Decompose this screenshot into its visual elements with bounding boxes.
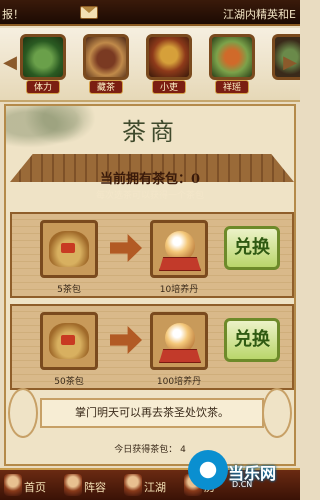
status-message: 掌门明天可以再去茶圣处饮茶。 — [40, 398, 264, 428]
hint-text: 每次选茶可以获得一个茶包 — [95, 191, 204, 201]
nav-home[interactable]: 首页 — [4, 474, 56, 498]
pill-stand-icon — [159, 349, 201, 363]
category-item-tea[interactable]: 藏茶 — [83, 34, 129, 96]
teapot-icon — [83, 34, 129, 80]
jianghu-icon — [124, 474, 142, 496]
cultivation-pill-icon — [165, 231, 195, 261]
offer-give-label: 50茶包 — [54, 377, 84, 387]
offer-get-label: 10培养丹 — [159, 285, 199, 295]
nav-lineup[interactable]: 阵容 — [64, 474, 116, 498]
nav-jianghu[interactable]: 江湖 — [124, 474, 176, 498]
d-logo-icon — [188, 450, 228, 490]
tea-pack-icon — [49, 231, 89, 267]
category-label: 藏茶 — [89, 80, 123, 94]
exchange-button[interactable]: 兑换 — [224, 318, 280, 362]
category-strip: ◀ 体力 藏茶 小吏 祥瑶 ▶ — [0, 28, 300, 102]
exchange-arrow-icon — [110, 326, 142, 354]
marquee-left-text: 报！ — [2, 8, 24, 21]
category-item-stamina[interactable]: 体力 — [20, 34, 66, 96]
tea-pack-count-value: 0 — [190, 172, 201, 187]
offer-give-label: 5茶包 — [57, 285, 81, 295]
mail-icon[interactable] — [80, 6, 98, 19]
nav-label: 首页 — [24, 481, 46, 494]
tea-merchant-panel: 茶商 当前拥有茶包：0 每次选茶可以获得一个茶包 5茶包 10培养丹 兑换 50… — [4, 104, 296, 466]
category-item-clerk[interactable]: 小吏 — [146, 34, 192, 96]
today-tea-count-value: 4 — [180, 445, 186, 455]
exchange-button[interactable]: 兑换 — [224, 226, 280, 270]
tea-pack-slot — [40, 312, 98, 370]
today-tea-count-label: 今日获得茶包： — [114, 445, 178, 455]
pill-slot — [150, 312, 208, 370]
scroll-left-arrow-icon[interactable]: ◀ — [3, 52, 17, 74]
category-label: 小吏 — [152, 80, 186, 94]
watermark-subtext: D.CN — [232, 480, 253, 489]
watermark-logo: 当乐网 D.CN — [188, 444, 296, 496]
tiger-mask-icon — [146, 34, 192, 80]
category-label: 祥瑶 — [215, 80, 249, 94]
exchange-offer-row: 5茶包 10培养丹 兑换 — [10, 212, 294, 298]
tea-pack-icon — [49, 323, 89, 359]
top-marquee-bar: 报！ 江湖内精英和E — [0, 0, 300, 26]
scroll-right-arrow-icon[interactable]: ▶ — [283, 52, 297, 74]
page-title: 茶商 — [122, 118, 178, 146]
home-icon — [4, 474, 22, 496]
nav-label: 江湖 — [144, 481, 166, 494]
cloud-ornament-icon — [262, 388, 292, 438]
stamina-icon — [20, 34, 66, 80]
cultivation-pill-icon — [165, 323, 195, 353]
lantern-icon — [209, 34, 255, 80]
exchange-arrow-icon — [110, 234, 142, 262]
category-item-fortune[interactable]: 祥瑶 — [209, 34, 255, 96]
category-label: 体力 — [26, 80, 60, 94]
pill-slot — [150, 220, 208, 278]
lineup-icon — [64, 474, 82, 496]
marquee-right-text: 江湖内精英和E — [223, 8, 296, 21]
tea-pack-count-label: 当前拥有茶包： — [99, 172, 191, 187]
cloud-ornament-icon — [8, 388, 38, 438]
nav-label: 阵容 — [84, 481, 106, 494]
offer-get-label: 100培养丹 — [156, 377, 202, 387]
tea-pack-slot — [40, 220, 98, 278]
tea-pack-count: 当前拥有茶包：0 — [6, 168, 294, 187]
exchange-offer-row: 50茶包 100培养丹 兑换 — [10, 304, 294, 390]
pill-stand-icon — [159, 257, 201, 271]
